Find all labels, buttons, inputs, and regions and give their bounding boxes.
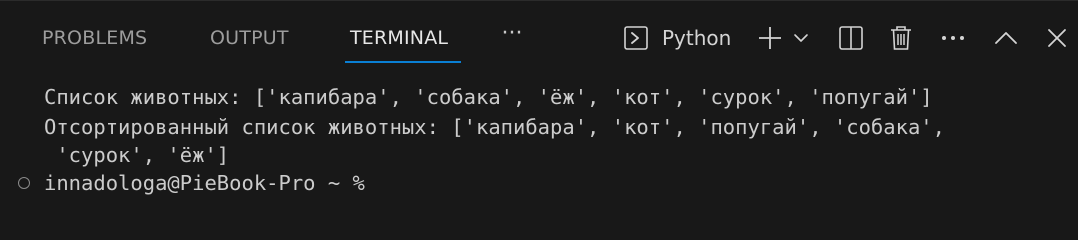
chevron-down-icon — [792, 29, 810, 47]
ellipsis-icon — [940, 34, 966, 42]
split-icon — [838, 25, 864, 51]
terminal-scrollbar[interactable] — [1064, 73, 1078, 211]
terminal-output[interactable]: Список животных: ['капибара', 'собака', … — [0, 83, 1078, 203]
terminal-prompt: innadologa@PieBook-Pro ~ % — [44, 171, 365, 195]
panel-tab-bar: PROBLEMS OUTPUT TERMINAL ··· Python — [0, 1, 1078, 73]
terminal-icon — [623, 25, 649, 51]
tab-terminal[interactable]: TERMINAL — [350, 27, 448, 49]
close-icon — [1046, 27, 1068, 49]
close-panel-button[interactable] — [1039, 20, 1075, 56]
tab-problems[interactable]: PROBLEMS — [42, 27, 147, 49]
terminal-profile-label[interactable]: Python — [662, 26, 731, 50]
terminal-panel: PROBLEMS OUTPUT TERMINAL ··· Python Спис… — [0, 0, 1078, 210]
command-decoration-icon[interactable] — [18, 177, 30, 189]
trash-icon — [888, 24, 914, 52]
chevron-up-icon — [994, 30, 1018, 46]
terminal-line: Отсортированный список животных: ['капиб… — [44, 115, 945, 139]
plus-icon — [757, 25, 783, 51]
terminal-line: 'сурок', 'ёж'] — [44, 143, 230, 167]
tab-output[interactable]: OUTPUT — [210, 27, 289, 49]
kill-terminal-button[interactable] — [883, 20, 919, 56]
maximize-panel-button[interactable] — [988, 20, 1024, 56]
split-terminal-button[interactable] — [833, 20, 869, 56]
launch-profile-dropdown[interactable] — [786, 20, 816, 56]
more-tabs-button[interactable]: ··· — [492, 21, 532, 51]
terminal-profile-button[interactable] — [618, 20, 654, 56]
new-terminal-button[interactable] — [752, 20, 788, 56]
views-more-actions-button[interactable] — [935, 20, 971, 56]
active-tab-indicator — [345, 61, 461, 63]
terminal-line: Список животных: ['капибара', 'собака', … — [44, 85, 933, 109]
